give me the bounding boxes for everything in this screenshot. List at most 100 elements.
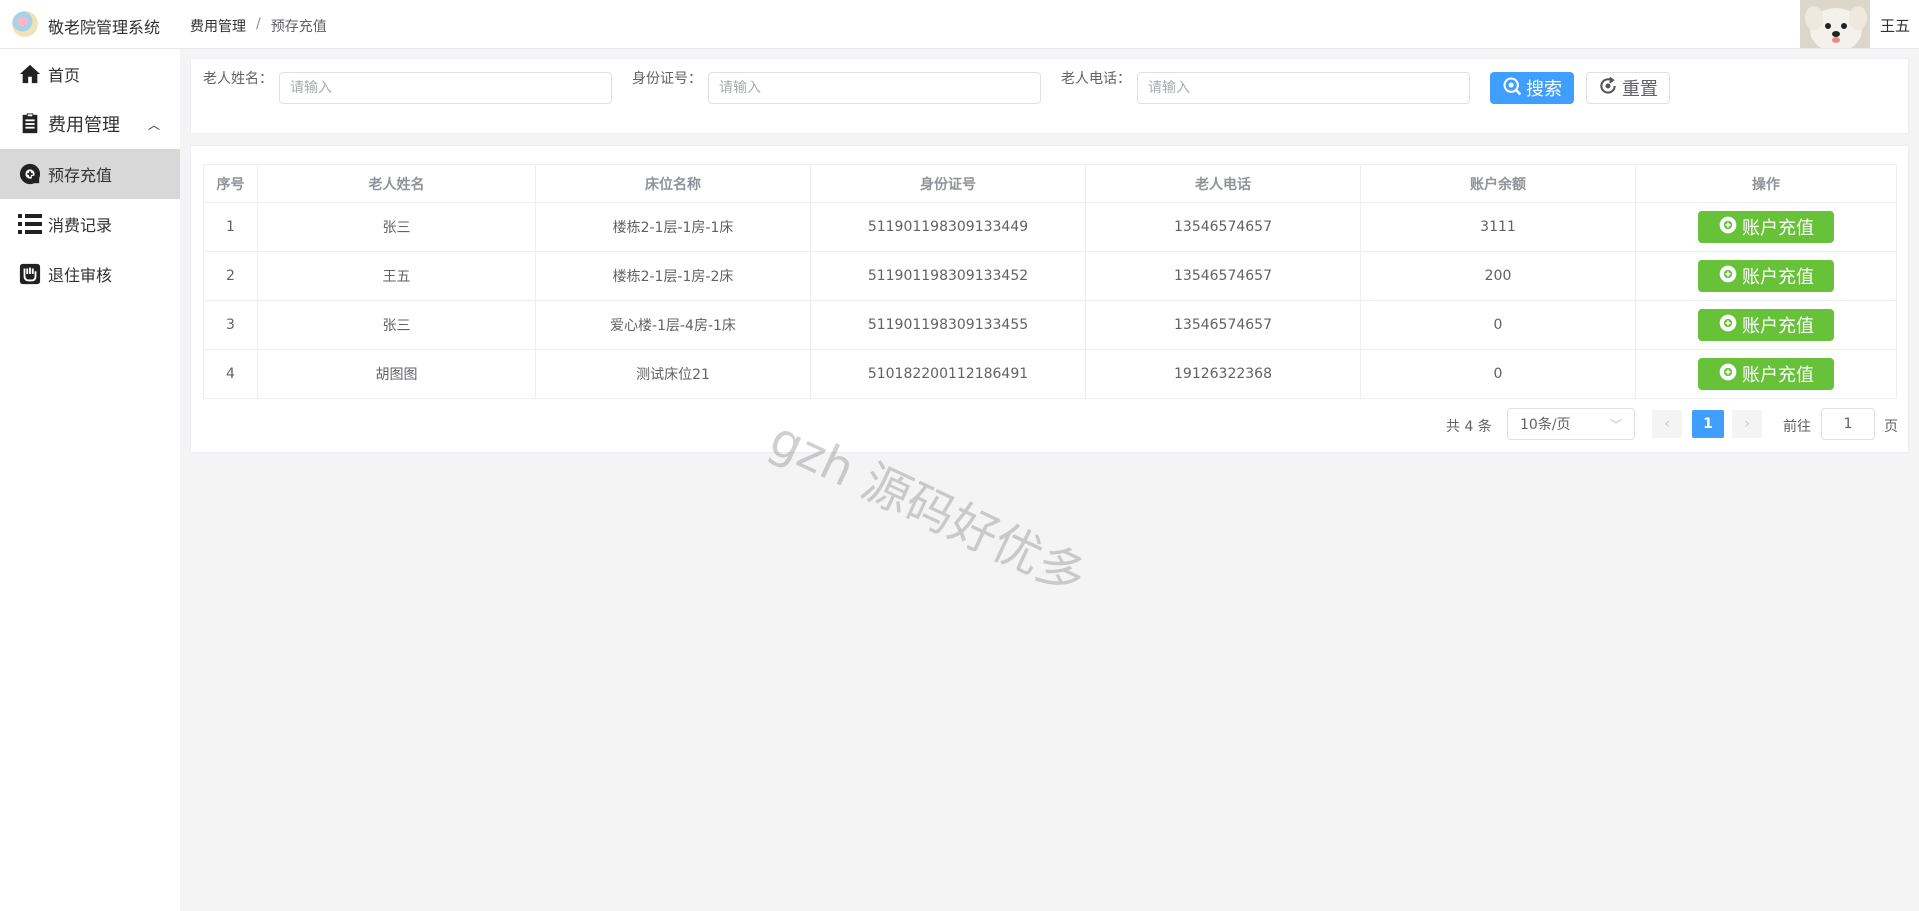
sidebar-item-label: 消费记录: [48, 216, 113, 235]
chevron-down-icon: ﹀: [1609, 417, 1622, 432]
reset-button-label: 重置: [1622, 79, 1658, 100]
breadcrumb: 费用管理 / 预存充值: [190, 16, 327, 36]
home-icon: [18, 62, 42, 86]
sidebar-item-home[interactable]: 首页: [0, 49, 180, 99]
cell-action: 账户充值: [1635, 349, 1897, 399]
cell-bed: 楼栋2-1层-1房-1床: [535, 202, 811, 252]
cell-balance: 0: [1360, 349, 1636, 399]
page-size-value: 10条/页: [1520, 417, 1571, 433]
goto-page-input[interactable]: [1821, 408, 1875, 440]
search-icon: [1502, 76, 1522, 101]
page-size-select[interactable]: 10条/页 ﹀: [1507, 408, 1635, 440]
col-header-idcard: 身份证号: [810, 164, 1086, 203]
reset-icon: [1598, 76, 1618, 101]
cell-idcard: 510182200112186491: [810, 349, 1086, 399]
sidebar-item-recharge[interactable]: 预存充值: [0, 149, 180, 199]
breadcrumb-parent[interactable]: 费用管理: [190, 16, 246, 36]
cell-index: 2: [203, 251, 258, 301]
col-header-action: 操作: [1635, 164, 1897, 203]
col-header-index: 序号: [203, 164, 258, 203]
audit-icon: [18, 262, 42, 286]
cell-balance: 3111: [1360, 202, 1636, 252]
recharge-button-label: 账户充值: [1742, 365, 1814, 386]
page-suffix-label: 页: [1884, 419, 1898, 435]
recharge-button-label: 账户充值: [1742, 267, 1814, 288]
cell-bed: 爱心楼-1层-4房-1床: [535, 300, 811, 350]
col-header-name: 老人姓名: [257, 164, 536, 203]
recharge-button[interactable]: 账户充值: [1698, 211, 1834, 243]
recharge-button[interactable]: 账户充值: [1698, 358, 1834, 390]
recharge-button-label: 账户充值: [1742, 316, 1814, 337]
balance-table: 序号 老人姓名 床位名称 身份证号 老人电话 账户余额 操作 1 张三 楼栋2-…: [203, 164, 1897, 399]
cell-name: 王五: [257, 251, 536, 301]
cell-index: 1: [203, 202, 258, 252]
cell-action: 账户充值: [1635, 202, 1897, 252]
avatar[interactable]: [1800, 0, 1870, 48]
recharge-icon: [1718, 264, 1738, 289]
search-button-label: 搜索: [1526, 79, 1562, 100]
idcard-input[interactable]: [708, 72, 1041, 104]
search-form: 老人姓名： 身份证号： 老人电话： 搜索 重置: [190, 58, 1909, 134]
sidebar-item-label: 费用管理: [48, 115, 120, 136]
cell-action: 账户充值: [1635, 251, 1897, 301]
page-number-current[interactable]: 1: [1692, 410, 1724, 438]
cell-balance: 0: [1360, 300, 1636, 350]
recharge-icon: [18, 162, 42, 186]
recharge-button-label: 账户充值: [1742, 218, 1814, 239]
cell-idcard: 511901198309133452: [810, 251, 1086, 301]
goto-label: 前往: [1783, 419, 1811, 435]
table-row: 1 张三 楼栋2-1层-1房-1床 511901198309133449 135…: [203, 202, 1897, 252]
recharge-icon: [1718, 215, 1738, 240]
cell-bed: 测试床位21: [535, 349, 811, 399]
prev-page-button[interactable]: ‹: [1652, 410, 1682, 438]
name-label: 老人姓名：: [203, 71, 273, 87]
user-name[interactable]: 王五: [1880, 15, 1910, 36]
cell-idcard: 511901198309133455: [810, 300, 1086, 350]
table-row: 2 王五 楼栋2-1层-1房-2床 511901198309133452 135…: [203, 251, 1897, 301]
col-header-bed: 床位名称: [535, 164, 811, 203]
cell-name: 张三: [257, 202, 536, 252]
sidebar-item-consumption[interactable]: 消费记录: [0, 199, 180, 249]
sidebar-item-fees[interactable]: 费用管理 ︿: [0, 99, 180, 149]
top-bar: 敬老院管理系统 费用管理 / 预存充值 王五: [0, 0, 1919, 49]
table-row: 3 张三 爱心楼-1层-4房-1床 511901198309133455 135…: [203, 300, 1897, 350]
table-panel: 序号 老人姓名 床位名称 身份证号 老人电话 账户余额 操作 1 张三 楼栋2-…: [190, 145, 1909, 453]
breadcrumb-current: 预存充值: [270, 19, 327, 35]
cell-idcard: 511901198309133449: [810, 202, 1086, 252]
pagination-total: 共 4 条: [1446, 419, 1492, 435]
chevron-up-icon: ︿: [147, 117, 160, 132]
sidebar-item-label: 预存充值: [48, 166, 113, 185]
cell-phone: 13546574657: [1085, 202, 1361, 252]
name-input[interactable]: [279, 72, 612, 104]
cell-index: 3: [203, 300, 258, 350]
sidebar-item-checkout-audit[interactable]: 退住审核: [0, 249, 180, 299]
breadcrumb-separator: /: [256, 16, 261, 32]
phone-label: 老人电话：: [1061, 71, 1131, 87]
recharge-button[interactable]: 账户充值: [1698, 309, 1834, 341]
col-header-phone: 老人电话: [1085, 164, 1361, 203]
app-title: 敬老院管理系统: [48, 18, 161, 37]
col-header-balance: 账户余额: [1360, 164, 1636, 203]
cell-bed: 楼栋2-1层-1房-2床: [535, 251, 811, 301]
pagination: 共 4 条 10条/页 ﹀ ‹ 1 › 前往 页: [191, 408, 1910, 440]
cell-index: 4: [203, 349, 258, 399]
search-button[interactable]: 搜索: [1490, 72, 1574, 104]
sidebar-item-label: 退住审核: [48, 266, 113, 285]
idcard-label: 身份证号：: [632, 71, 702, 87]
table-header-row: 序号 老人姓名 床位名称 身份证号 老人电话 账户余额 操作: [203, 164, 1897, 203]
reset-button[interactable]: 重置: [1586, 72, 1670, 104]
cell-phone: 13546574657: [1085, 251, 1361, 301]
recharge-button[interactable]: 账户充值: [1698, 260, 1834, 292]
chevron-left-icon: ‹: [1664, 416, 1670, 432]
cell-balance: 200: [1360, 251, 1636, 301]
cell-name: 张三: [257, 300, 536, 350]
chevron-right-icon: ›: [1744, 416, 1750, 432]
recharge-icon: [1718, 313, 1738, 338]
document-icon: [18, 112, 42, 136]
cell-phone: 19126322368: [1085, 349, 1361, 399]
next-page-button[interactable]: ›: [1732, 410, 1762, 438]
cell-name: 胡图图: [257, 349, 536, 399]
list-icon: [18, 212, 42, 236]
cell-phone: 13546574657: [1085, 300, 1361, 350]
phone-input[interactable]: [1137, 72, 1470, 104]
